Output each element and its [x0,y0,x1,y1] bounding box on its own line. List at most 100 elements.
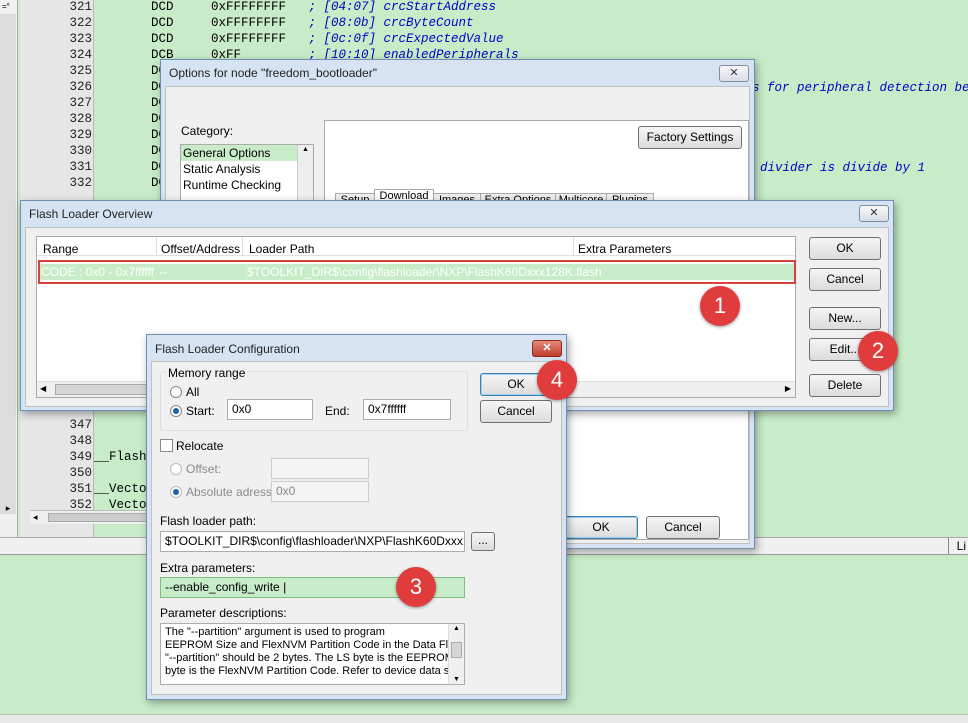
options-ok-button[interactable]: OK [564,516,638,539]
radio-all-label: All [186,385,200,399]
code-comment-right-1: s for peripheral detection befo [752,81,968,95]
status-bar [0,714,968,723]
category-label: Category: [181,124,234,138]
radio-offset[interactable] [170,463,182,475]
options-dialog-title: Options for node "freedom_bootloader" [169,66,377,80]
delete-button[interactable]: Delete [809,374,881,397]
category-list[interactable]: General Options Static Analysis Runtime … [180,144,314,204]
code-comment-right-2: divider is divide by 1 [760,161,926,175]
offset-label: Offset: [186,462,222,476]
radio-start[interactable] [170,405,182,417]
column-divider [242,237,243,255]
status-divider [948,538,949,554]
scroll-down-icon[interactable]: ▼ [453,676,460,683]
line-number: 328 [69,112,92,126]
factory-settings-button[interactable]: Factory Settings [638,126,742,149]
scroll-up-icon[interactable]: ▲ [453,625,460,632]
column-header-loader-path[interactable]: Loader Path [249,242,314,256]
code-line[interactable]: DCD 0xFFFFFFFF ; [04:07] crcStartAddress [151,0,496,14]
desc-line: "--partition" should be 2 bytes. The LS … [165,652,454,664]
radio-absolute[interactable] [170,486,182,498]
line-number: 324 [69,48,92,62]
scroll-right-icon[interactable]: ▶ [785,384,791,393]
line-number: 326 [69,80,92,94]
parameter-descriptions-label: Parameter descriptions: [160,606,287,620]
config-close-icon[interactable]: ✕ [532,340,562,357]
line-number: 321 [69,0,92,14]
line-number: 349 [69,450,92,464]
flash-loader-path-label: Flash loader path: [160,514,257,528]
annotation-marker-1: 1 [700,286,740,326]
desc-scrollbar[interactable]: ▲ ▼ [448,624,464,684]
new-button[interactable]: New... [809,307,881,330]
annotation-marker-4: 4 [537,360,577,400]
scroll-right-icon[interactable]: ▸ [2,503,14,515]
status-right-label: Li [956,539,966,553]
line-number: 327 [69,96,92,110]
flash-loader-path-input[interactable]: $TOOLKIT_DIR$\config\flashloader\NXP\Fla… [160,531,465,552]
line-number: 350 [69,466,92,480]
parameter-descriptions-box[interactable]: The "--partition" argument is used to pr… [160,623,465,685]
category-item[interactable]: General Options [183,146,270,160]
line-number: 331 [69,160,92,174]
config-cancel-button[interactable]: Cancel [480,400,552,423]
line-number: 348 [69,434,92,448]
config-body: Memory range All Start: 0x0 End: 0x7ffff… [151,361,562,695]
overview-dialog-title: Flash Loader Overview [29,207,153,221]
category-scrollbar[interactable]: ▲ [297,145,313,203]
start-label: Start: [186,404,215,418]
left-strip-label: =° [2,2,10,11]
scroll-thumb[interactable] [451,642,462,658]
column-divider [573,237,574,255]
code-line[interactable]: DCD 0xFFFFFFFF ; [08:0b] crcByteCount [151,16,474,30]
overview-close-icon[interactable]: ✕ [859,205,889,222]
options-cancel-button[interactable]: Cancel [646,516,720,539]
line-number: 323 [69,32,92,46]
desc-line: EEPROM Size and FlexNVM Partition Code i… [165,639,460,651]
code-line[interactable]: __Vector [94,482,154,496]
offset-input[interactable] [271,458,369,479]
left-panel-strip: =° ▸ [0,0,18,537]
end-input[interactable]: 0x7ffffff [363,399,451,420]
column-header-extra-params[interactable]: Extra Parameters [578,242,671,256]
absolute-input[interactable]: 0x0 [271,481,369,502]
relocate-label: Relocate [176,439,224,453]
category-item[interactable]: Runtime Checking [183,178,281,192]
column-header-offset[interactable]: Offset/Address [161,242,240,256]
scroll-left-icon[interactable]: ◀ [40,384,46,393]
left-strip-scroll[interactable] [0,14,16,514]
memory-range-label: Memory range [166,366,248,380]
annotation-marker-2: 2 [858,331,898,371]
end-label: End: [325,404,350,418]
start-input[interactable]: 0x0 [227,399,313,420]
annotation-marker-3: 3 [396,567,436,607]
config-dialog-title: Flash Loader Configuration [155,342,300,356]
line-number: 329 [69,128,92,142]
category-item[interactable]: Static Analysis [183,162,260,176]
extra-parameters-label: Extra parameters: [160,561,256,575]
table-header: Range Offset/Address Loader Path Extra P… [37,237,795,256]
flash-loader-configuration-dialog: Flash Loader Configuration ✕ Memory rang… [146,334,567,700]
line-number: 330 [69,144,92,158]
radio-all[interactable] [170,386,182,398]
browse-button[interactable]: ... [471,532,495,551]
line-number: 351 [69,482,92,496]
overview-ok-button[interactable]: OK [809,237,881,260]
code-line[interactable]: DCD 0xFFFFFFFF ; [0c:0f] crcExpectedValu… [151,32,504,46]
overview-cancel-button[interactable]: Cancel [809,268,881,291]
code-comment: ; [08:0b] crcByteCount [308,16,474,30]
scroll-up-icon[interactable]: ▲ [302,146,309,153]
scroll-thumb[interactable] [55,384,150,395]
row-highlight-box [38,260,796,284]
desc-line: The "--partition" argument is used to pr… [165,626,385,638]
options-close-icon[interactable]: ✕ [719,65,749,82]
code-comment: ; [0c:0f] crcExpectedValue [308,32,504,46]
line-number: 332 [69,176,92,190]
scroll-left-icon[interactable]: ◂ [33,512,38,523]
line-number: 347 [69,418,92,432]
code-line[interactable]: __FlashC [94,450,154,464]
column-header-range[interactable]: Range [43,242,78,256]
relocate-checkbox[interactable] [160,439,173,452]
line-number: 322 [69,16,92,30]
line-number: 325 [69,64,92,78]
